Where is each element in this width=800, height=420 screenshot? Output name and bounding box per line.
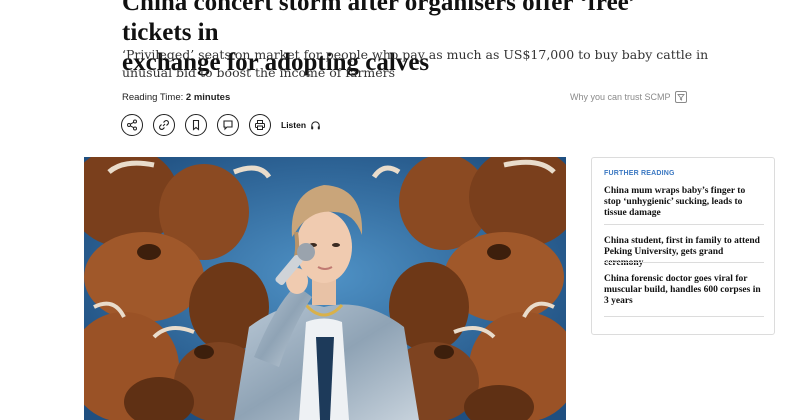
link-icon bbox=[159, 120, 169, 130]
copy-link-button[interactable] bbox=[153, 114, 175, 136]
bookmark-button[interactable] bbox=[185, 114, 207, 136]
listen-button[interactable]: Listen bbox=[281, 120, 321, 131]
reading-time-label: Reading Time: bbox=[122, 92, 184, 103]
print-button[interactable] bbox=[249, 114, 271, 136]
further-reading-item[interactable]: China forensic doctor goes viral for mus… bbox=[604, 274, 764, 307]
further-reading-panel: FURTHER READING China mum wraps baby’s f… bbox=[591, 157, 775, 335]
trust-link-text[interactable]: Why you can trust SCMP bbox=[570, 92, 671, 102]
headphones-icon bbox=[311, 120, 320, 129]
share-icon bbox=[127, 119, 137, 131]
article-photo bbox=[84, 157, 566, 420]
concert-cattle-collage bbox=[84, 157, 566, 420]
divider bbox=[604, 224, 764, 225]
trust-link[interactable]: Why you can trust SCMP bbox=[570, 91, 687, 103]
reading-time: Reading Time: 2 minutes bbox=[122, 92, 230, 103]
article-subhead: ‘Privileged’ seats on market for people … bbox=[122, 47, 709, 80]
divider bbox=[604, 262, 764, 263]
filter-icon[interactable] bbox=[674, 91, 687, 103]
further-reading-label: FURTHER READING bbox=[604, 170, 675, 177]
comment-icon bbox=[223, 120, 233, 131]
further-reading-item[interactable]: China mum wraps baby’s finger to stop ‘u… bbox=[604, 186, 764, 219]
further-reading-item[interactable]: China student, first in family to attend… bbox=[604, 236, 764, 269]
reading-time-value: 2 minutes bbox=[185, 92, 231, 103]
print-icon bbox=[255, 120, 265, 130]
comment-button[interactable] bbox=[217, 114, 239, 136]
listen-label[interactable]: Listen bbox=[281, 120, 306, 130]
bookmark-icon bbox=[192, 119, 200, 131]
headline-line-1: China concert storm after organisers off… bbox=[122, 0, 636, 46]
share-button[interactable] bbox=[121, 114, 143, 136]
article-actions: Listen bbox=[121, 114, 321, 136]
divider bbox=[604, 316, 764, 317]
